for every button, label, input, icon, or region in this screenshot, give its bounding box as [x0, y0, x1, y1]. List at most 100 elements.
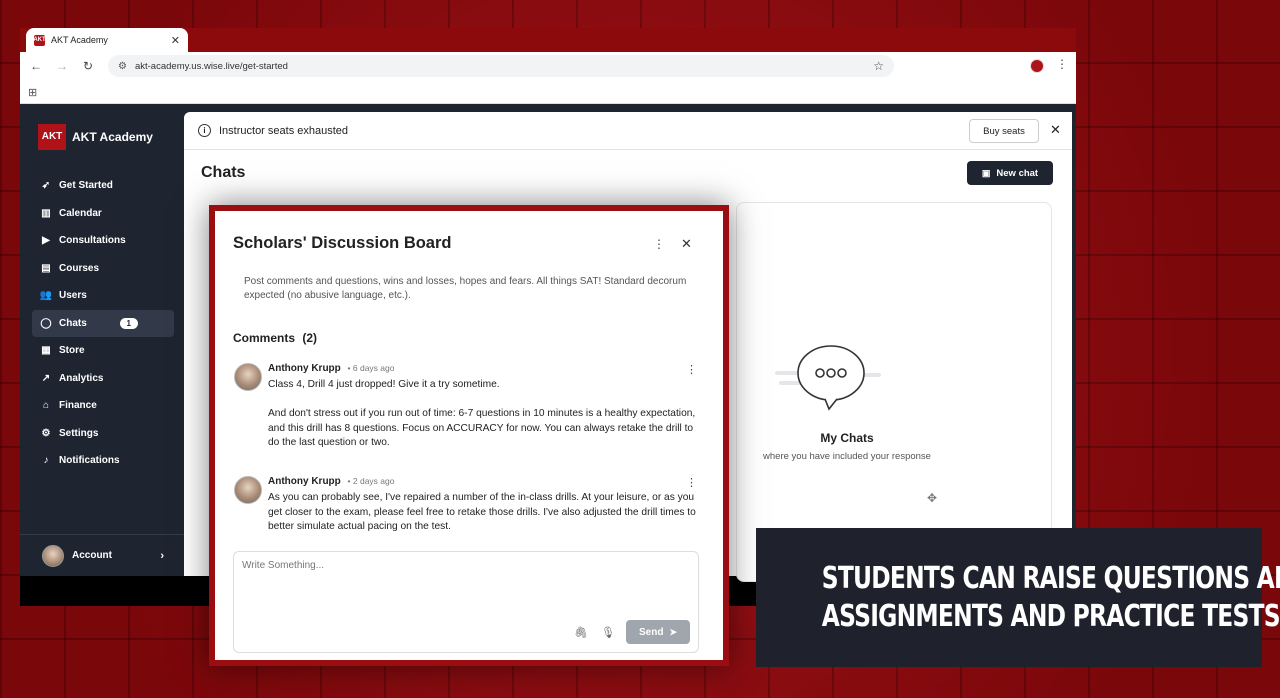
sidebar-item-settings[interactable]: ⚙ Settings	[32, 420, 174, 448]
avatar[interactable]	[234, 476, 262, 504]
sidebar-item-users[interactable]: 👥 Users	[32, 282, 174, 310]
caption-line: ASSIGNMENTS AND PRACTICE TESTS 24/7	[821, 598, 1280, 634]
sidebar-item-notifications[interactable]: ♪ Notifications	[32, 447, 174, 475]
discussion-board-modal: Scholars' Discussion Board ⋮ ✕ Post comm…	[215, 211, 723, 660]
site-settings-icon[interactable]: ⚙	[118, 61, 127, 72]
info-icon: i	[198, 124, 211, 137]
comment-composer[interactable]: Write Something... 🖇 🎙 Send ➤	[233, 551, 699, 653]
sidebar-item-label: Courses	[59, 262, 100, 274]
comment-author: Anthony Krupp • 2 days ago	[268, 476, 395, 487]
browser-tab[interactable]: AKT AKT Academy ✕	[26, 28, 188, 52]
paper-plane-icon: ➤	[669, 626, 677, 637]
browser-menu-icon[interactable]: ⋮	[1056, 57, 1068, 71]
bank-icon: ⌂	[42, 400, 50, 412]
caption-text: STUDENTS CAN RAISE QUESTIONS ABOUT ASSIG…	[821, 560, 1280, 636]
sidebar-item-label: Settings	[59, 427, 99, 439]
rocket-icon: ➶	[41, 180, 51, 192]
brand-logo: AKT	[38, 124, 66, 150]
comment-timestamp: • 6 days ago	[347, 363, 395, 373]
page-title: Chats	[201, 164, 246, 181]
promo-caption: STUDENTS CAN RAISE QUESTIONS ABOUT ASSIG…	[756, 528, 1280, 667]
modal-frame: Scholars' Discussion Board ⋮ ✕ Post comm…	[209, 205, 729, 666]
back-arrow-icon[interactable]: ←	[26, 56, 46, 76]
sidebar-item-chats[interactable]: ◯ Chats 1	[32, 309, 174, 337]
sidebar-item-consultations[interactable]: ▶ Consultations	[32, 227, 174, 255]
board-description: Post comments and questions, wins and lo…	[244, 276, 687, 301]
comment-paragraph: And don't stress out if you run out of t…	[268, 408, 696, 448]
microphone-icon[interactable]: 🎙	[601, 626, 615, 639]
bell-icon: ♪	[43, 455, 49, 467]
comment-body: Class 4, Drill 4 just dropped! Give it a…	[268, 378, 704, 465]
sidebar-item-courses[interactable]: ▤ Courses	[32, 255, 174, 283]
sidebar-item-label: Consultations	[59, 235, 126, 247]
more-options-icon[interactable]: ⋮	[653, 237, 665, 251]
chats-panel: My Chats where you have included your re…	[736, 202, 1052, 582]
sidebar-item-label: Analytics	[59, 372, 104, 384]
url-text: akt-academy.us.wise.live/get-started	[134, 60, 288, 72]
sidebar-item-calendar[interactable]: ▥ Calendar	[32, 200, 174, 228]
address-bar[interactable]: ⚙ akt-academy.us.wise.live/get-started ☆	[108, 55, 894, 77]
brand[interactable]: AKT AKT Academy	[38, 124, 153, 150]
book-icon: ▥	[41, 207, 51, 219]
sidebar-item-label: Users	[59, 290, 87, 302]
comment-options-icon[interactable]: ⋮	[686, 476, 697, 489]
comment-body: As you can probably see, I've repaired a…	[268, 491, 704, 549]
sidebar-item-store[interactable]: ▦ Store	[32, 337, 174, 365]
sidebar-nav: ➶ Get Started ▥ Calendar ▶ Consultations…	[32, 172, 174, 475]
browser-toolbar: ← → ↻ ⚙ akt-academy.us.wise.live/get-sta…	[20, 52, 1076, 80]
users-icon: 👥	[39, 290, 53, 302]
new-chat-label: New chat	[996, 167, 1039, 179]
sidebar-item-label: Get Started	[59, 180, 113, 192]
buy-seats-button[interactable]: Buy seats	[969, 119, 1039, 143]
bookmark-star-icon[interactable]: ☆	[873, 59, 884, 73]
comment-author: Anthony Krupp • 6 days ago	[268, 363, 395, 374]
chats-count-badge: 1	[119, 317, 138, 329]
seats-banner: i Instructor seats exhausted Buy seats ✕	[184, 112, 1072, 150]
comment-item: Anthony Krupp • 2 days ago ⋮ As you can …	[234, 476, 704, 540]
new-chat-button[interactable]: ▣ New chat	[967, 161, 1053, 185]
send-button[interactable]: Send ➤	[626, 620, 690, 644]
brand-name: AKT Academy	[72, 130, 153, 144]
sidebar-item-label: Calendar	[59, 207, 102, 219]
caption-line: STUDENTS CAN RAISE QUESTIONS ABOUT	[821, 560, 1280, 596]
tab-title: AKT Academy	[51, 35, 108, 45]
store-icon: ▦	[41, 345, 51, 357]
gear-icon: ⚙	[41, 427, 51, 439]
sidebar-item-label: Store	[59, 345, 85, 357]
send-label: Send	[639, 626, 664, 638]
comment-timestamp: • 2 days ago	[347, 476, 395, 486]
empty-state-subtitle: where you have included your response	[763, 451, 931, 462]
close-icon[interactable]: ✕	[1050, 122, 1061, 138]
avatar	[42, 544, 64, 567]
comment-options-icon[interactable]: ⋮	[686, 363, 697, 376]
sidebar-item-analytics[interactable]: ↗ Analytics	[32, 365, 174, 393]
tab-strip: AKT AKT Academy ✕	[20, 28, 1076, 52]
close-icon[interactable]: ✕	[681, 236, 692, 252]
banner-text: Instructor seats exhausted	[219, 124, 349, 137]
avatar[interactable]	[234, 363, 262, 391]
chat-bubble-icon	[775, 345, 881, 411]
sidebar-item-finance[interactable]: ⌂ Finance	[32, 392, 174, 420]
book-open-icon: ▤	[41, 262, 51, 274]
comments-count: (2)	[302, 331, 318, 345]
paperclip-icon[interactable]: 🖇	[574, 626, 588, 639]
account-menu[interactable]: Account ›	[20, 534, 184, 576]
comment-input[interactable]: Write Something...	[242, 560, 324, 571]
bookmarks-bar: ⊞	[20, 80, 1076, 104]
sidebar-item-get-started[interactable]: ➶ Get Started	[32, 172, 174, 200]
tab-close-icon[interactable]: ✕	[171, 34, 180, 47]
favicon-icon: AKT	[33, 34, 46, 46]
play-screen-icon: ▶	[42, 235, 50, 247]
sidebar-item-label: Chats	[59, 317, 87, 329]
comment-paragraph: As you can probably see, I've repaired a…	[268, 492, 696, 532]
comment-paragraph: Class 4, Drill 4 just dropped! Give it a…	[268, 379, 500, 390]
account-label: Account	[72, 550, 112, 561]
forward-arrow-icon[interactable]: →	[52, 56, 72, 76]
message-plus-icon: ▣	[981, 167, 991, 178]
reload-icon[interactable]: ↻	[78, 56, 98, 76]
apps-grid-icon[interactable]: ⊞	[28, 86, 37, 99]
chat-icon: ◯	[40, 317, 52, 329]
profile-avatar-icon[interactable]	[1030, 59, 1044, 73]
move-cursor-icon: ✥	[927, 491, 938, 505]
comments-heading: Comments (2)	[233, 331, 318, 345]
